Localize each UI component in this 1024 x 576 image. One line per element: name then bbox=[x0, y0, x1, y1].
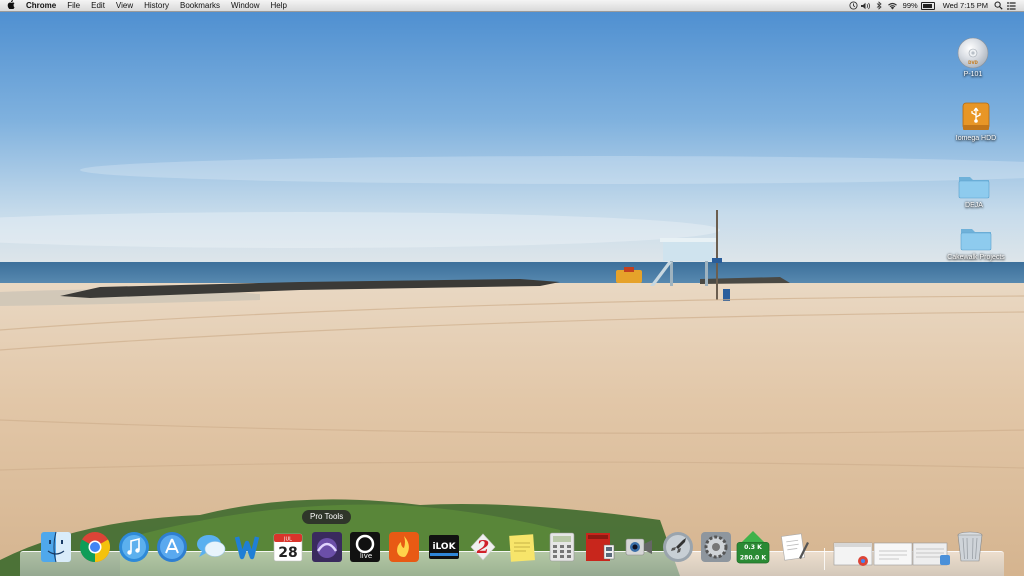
window-thumbnail-icon bbox=[873, 542, 913, 566]
preview-icon bbox=[781, 533, 809, 561]
app-store-icon bbox=[157, 532, 187, 562]
svg-text:live: live bbox=[360, 552, 372, 560]
ilok-icon: iLOK bbox=[429, 535, 459, 559]
menu-history[interactable]: History bbox=[140, 0, 176, 11]
bluetooth-icon[interactable] bbox=[873, 0, 886, 11]
dock-pro-tools[interactable] bbox=[310, 529, 344, 565]
dock-app-2[interactable]: 2 bbox=[466, 529, 500, 565]
svg-text:2: 2 bbox=[476, 537, 490, 558]
dock-app-store[interactable] bbox=[155, 529, 189, 565]
dock-preview[interactable] bbox=[778, 529, 812, 565]
dock-network-monitor[interactable]: 0.3 K 280.0 K bbox=[736, 529, 770, 565]
desktop-icon-deja[interactable]: DEJA bbox=[944, 172, 1004, 210]
network-download-rate: 280.0 K bbox=[740, 554, 767, 561]
dock-minimized-window-3[interactable] bbox=[912, 535, 952, 571]
camera-icon bbox=[625, 538, 652, 556]
notification-center-icon[interactable] bbox=[1005, 0, 1018, 11]
dock-ilok[interactable]: iLOK bbox=[427, 529, 461, 565]
battery-icon bbox=[920, 1, 935, 10]
ableton-live-icon: live bbox=[350, 532, 380, 562]
menu-bar: Chrome File Edit View History Bookmarks … bbox=[0, 0, 1024, 12]
dock-minimized-window-1[interactable] bbox=[833, 535, 873, 571]
calendar-day: 28 bbox=[278, 545, 297, 561]
dock-finder[interactable] bbox=[39, 529, 73, 565]
dock-burn[interactable] bbox=[387, 529, 421, 565]
menu-window[interactable]: Window bbox=[227, 0, 266, 11]
app-menu-chrome[interactable]: Chrome bbox=[22, 0, 63, 11]
calendar-month: JUL bbox=[283, 537, 292, 543]
clock[interactable]: Wed 7:15 PM bbox=[939, 1, 992, 10]
itunes-icon bbox=[119, 532, 149, 562]
dock-tooltip: Pro Tools bbox=[302, 510, 352, 524]
dock-system-preferences[interactable] bbox=[699, 529, 733, 565]
desktop-icon-label: DEJA bbox=[965, 202, 983, 209]
finder-icon bbox=[41, 531, 71, 563]
dock-minimized-window-2[interactable] bbox=[873, 535, 913, 571]
desktop-icon-label: Iomega HDD bbox=[955, 135, 997, 142]
spotlight-search-icon[interactable] bbox=[992, 0, 1005, 11]
menu-help[interactable]: Help bbox=[266, 0, 293, 11]
battery-status[interactable]: 99% bbox=[899, 1, 939, 10]
stickies-icon bbox=[509, 534, 535, 562]
volume-icon[interactable] bbox=[860, 0, 873, 11]
dock-calculator[interactable] bbox=[545, 529, 579, 565]
dock-stickies[interactable] bbox=[505, 529, 539, 565]
menu-bookmarks[interactable]: Bookmarks bbox=[176, 0, 227, 11]
desktop-wallpaper bbox=[0, 0, 1024, 576]
wifi-icon[interactable] bbox=[886, 0, 899, 11]
menu-edit[interactable]: Edit bbox=[87, 0, 112, 11]
chrome-icon bbox=[79, 532, 111, 562]
battery-percent: 99% bbox=[902, 1, 918, 10]
dock-word[interactable] bbox=[232, 529, 266, 565]
svg-text:DVD: DVD bbox=[968, 60, 978, 65]
dock-launchpad[interactable] bbox=[661, 529, 695, 565]
dock-separator bbox=[824, 548, 825, 570]
dock-ableton-live[interactable]: live bbox=[348, 529, 382, 565]
calculator-icon bbox=[549, 532, 575, 562]
menu-file[interactable]: File bbox=[63, 0, 87, 11]
folder-icon bbox=[958, 177, 990, 199]
dock-trash[interactable] bbox=[953, 529, 987, 565]
dock-facetime[interactable] bbox=[622, 529, 656, 565]
messages-icon bbox=[197, 535, 226, 557]
desktop-icon-p101[interactable]: DVD P-101 bbox=[943, 37, 1003, 79]
desktop-icon-label: Cakewalk Projects bbox=[947, 254, 1005, 261]
dock-photo-booth[interactable] bbox=[583, 529, 617, 565]
photo-booth-icon bbox=[586, 533, 615, 561]
dvd-disc-icon: DVD bbox=[957, 37, 989, 69]
burn-flame-icon bbox=[389, 532, 419, 562]
pro-tools-icon bbox=[312, 532, 342, 562]
folder-icon bbox=[960, 229, 992, 251]
dock-calendar[interactable]: JUL 28 bbox=[271, 529, 305, 565]
time-machine-icon[interactable] bbox=[847, 0, 860, 11]
window-thumbnail-icon bbox=[912, 542, 950, 566]
word-icon bbox=[234, 536, 260, 560]
apple-menu-icon[interactable] bbox=[0, 0, 22, 11]
trash-icon bbox=[957, 531, 983, 562]
usb-drive-icon bbox=[962, 102, 990, 130]
dock-chrome[interactable] bbox=[78, 529, 112, 565]
network-upload-rate: 0.3 K bbox=[744, 544, 762, 551]
gear-icon bbox=[701, 532, 731, 562]
dock-itunes[interactable] bbox=[117, 529, 151, 565]
desktop-icon-cakewalk-projects[interactable]: Cakewalk Projects bbox=[946, 224, 1006, 262]
window-thumbnail-icon bbox=[833, 542, 873, 566]
desktop-icon-label: P-101 bbox=[963, 71, 983, 78]
dock-messages[interactable] bbox=[194, 529, 228, 565]
launchpad-rocket-icon bbox=[663, 532, 693, 562]
menu-view[interactable]: View bbox=[112, 0, 140, 11]
network-monitor-icon: 0.3 K 280.0 K bbox=[736, 530, 770, 564]
calendar-icon: JUL 28 bbox=[273, 533, 303, 562]
svg-text:iLOK: iLOK bbox=[432, 542, 456, 552]
app-2-icon: 2 bbox=[470, 533, 496, 561]
desktop-icon-iomega-hdd[interactable]: Iomega HDD bbox=[946, 101, 1006, 143]
